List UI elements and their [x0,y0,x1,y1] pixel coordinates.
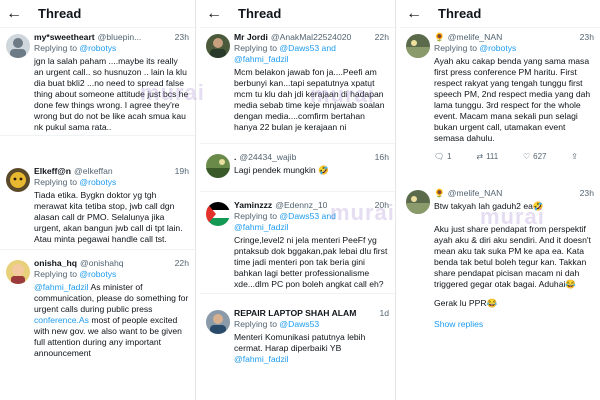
mention-link[interactable]: @fahmi_fadzil [34,282,89,292]
display-name[interactable]: . [234,152,236,163]
back-arrow-icon[interactable]: ← [206,5,224,23]
display-name[interactable]: 🌻 [434,32,445,43]
display-name[interactable]: Mr Jordi [234,32,268,43]
timestamp[interactable]: 23h [578,188,594,199]
tweet-text: Mcm belakon jawab fon ja....Peefi am ber… [234,67,385,132]
tweet-text: Aku just share pendapat from perspektif … [434,224,591,289]
user-handle: @Edennz_10 [275,200,328,210]
display-name[interactable]: onisha_hq [34,258,77,269]
reply-icon: 🗨 [434,151,445,161]
tweet-text: Btw takyah lah gaduh2 ea🤣 [434,201,544,211]
thread-title: Thread [38,6,82,21]
like-button[interactable]: ♡ 627 [523,152,547,161]
reply-tweet[interactable]: 🌻 @melife_NAN 23h Btw takyah lah gaduh2 … [400,184,600,400]
avatar[interactable] [6,34,30,58]
replying-to: Replying to @Daws53 [234,319,320,329]
thread-header: ← Thread [400,0,600,28]
reply-tweet[interactable]: Yaminzzz @Edennz_10 20h Replying to @Daw… [200,196,395,294]
replying-to: Replying to @robotys [34,269,117,279]
timestamp[interactable]: 20h [373,200,389,211]
mention-link[interactable]: @robotys [79,177,116,187]
tweet-text: Ayah aku cakap benda yang sama masa firs… [434,56,591,143]
avatar[interactable] [206,34,230,58]
retweet-icon: ⇄ [476,151,484,161]
display-name[interactable]: Elkeff@n [34,166,71,177]
tweet-actions: 🗨 1 ⇄ 111 ♡ 627 ⇪ [434,150,594,162]
tweet-text: Menteri Komunikasi patutnya lebih cermat… [234,332,366,364]
display-name[interactable]: Yaminzzz [234,200,272,211]
replying-to: Replying to @Daws53 and @fahmi_fadzil [234,43,336,64]
user-handle: @24434_wajib [239,152,297,162]
user-handle: @elkeffan [74,166,113,176]
user-handle: @melife_NAN [447,188,503,198]
timestamp[interactable]: 23h [173,32,189,43]
avatar[interactable] [206,310,230,334]
timestamp[interactable]: 16h [373,152,389,163]
reply-tweet[interactable]: my*sweetheart @bluepin... 23h Replying t… [0,28,195,136]
avatar[interactable] [206,202,230,226]
mention-link[interactable]: @fahmi_fadzil [234,354,289,364]
avatar[interactable] [406,34,430,58]
reply-tweet[interactable]: 🌻 @melife_NAN 23h Replying to @robotys A… [400,28,600,168]
thread-title: Thread [238,6,282,21]
user-handle: @bluepin... [97,32,142,42]
timestamp[interactable]: 1d [377,308,389,319]
tweet-text: Lagi pendek mungkin 🤣 [234,165,329,175]
retweet-button[interactable]: ⇄ 111 [476,152,498,161]
thread-title: Thread [438,6,482,21]
user-handle: @AnakMal22524020 [270,32,352,42]
reply-tweet[interactable]: . @24434_wajib 16h Lagi pendek mungkin 🤣 [200,148,395,192]
display-name[interactable]: 🌻 [434,188,445,199]
timestamp[interactable]: 22h [173,258,189,269]
reply-tweet[interactable]: Elkeff@n @elkeffan 19h Replying to @robo… [0,162,195,250]
timestamp[interactable]: 23h [578,32,594,43]
tweet-text: Cringe,level2 ni jela menteri PeeFf yg p… [234,235,388,289]
thread-column-2: ← Thread Mr Jordi @AnakMal22524020 22h R… [200,0,396,400]
replying-to: Replying to @robotys [434,43,517,53]
mention-link[interactable]: @Daws53 [279,319,319,329]
avatar[interactable] [6,168,30,192]
inline-link[interactable]: conference.As [34,315,89,325]
display-name[interactable]: REPAIR LAPTOP SHAH ALAM [234,308,356,319]
replying-to: Replying to @robotys [34,43,117,53]
show-replies-link[interactable]: Show replies [434,319,594,329]
user-handle: @melife_NAN [447,32,503,42]
timestamp[interactable]: 19h [173,166,189,177]
reply-tweet[interactable]: onisha_hq @onishahq 22h Replying to @rob… [0,254,195,400]
mention-link[interactable]: @robotys [479,43,516,53]
tweet-text: jgn la salah paham ....maybe its really … [34,56,189,132]
user-handle: @onishahq [79,258,124,268]
mention-link[interactable]: @robotys [79,43,116,53]
thread-header: ← Thread [0,0,195,28]
mention-link[interactable]: @robotys [79,269,116,279]
reply-tweet[interactable]: REPAIR LAPTOP SHAH ALAM 1d Replying to @… [200,304,395,400]
back-arrow-icon[interactable]: ← [406,5,424,23]
avatar[interactable] [206,154,230,178]
thread-column-1: ← Thread my*sweetheart @bluepin... 23h R… [0,0,196,400]
tweet-text: Tiada etika. Bygkn doktor yg tgh merawat… [34,190,183,244]
tweet-text: Gerak lu PPR😂 [434,298,498,308]
tweet-text: @fahmi_fadzil As minister of communicati… [34,282,189,358]
heart-icon: ♡ [522,151,531,161]
replying-to: Replying to @Daws53 and @fahmi_fadzil [234,211,336,232]
thread-column-3: ← Thread 🌻 @melife_NAN 23h Replying to @… [400,0,600,400]
reply-tweet[interactable]: Mr Jordi @AnakMal22524020 22h Replying t… [200,28,395,144]
timestamp[interactable]: 22h [373,32,389,43]
back-arrow-icon[interactable]: ← [6,5,24,23]
share-icon: ⇪ [571,151,578,161]
share-button[interactable]: ⇪ [571,152,578,161]
reply-button[interactable]: 🗨 1 [434,152,452,161]
display-name[interactable]: my*sweetheart [34,32,95,43]
avatar[interactable] [406,190,430,214]
thread-header: ← Thread [200,0,395,28]
replying-to: Replying to @robotys [34,177,117,187]
avatar[interactable] [6,260,30,284]
